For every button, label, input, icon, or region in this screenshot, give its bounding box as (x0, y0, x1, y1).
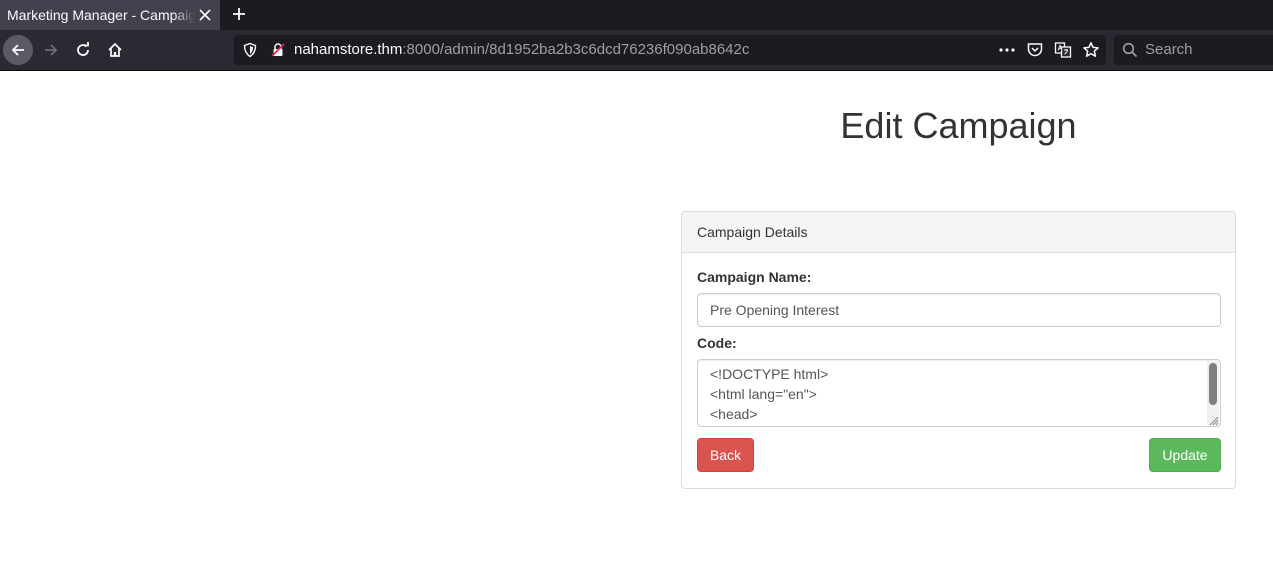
search-bar[interactable]: Search (1114, 35, 1273, 65)
close-icon[interactable] (196, 6, 214, 24)
url-actions (998, 40, 1100, 60)
tab-strip: Marketing Manager - Campaign (0, 0, 1273, 30)
campaign-name-input[interactable] (697, 293, 1221, 327)
search-placeholder: Search (1145, 41, 1193, 58)
url-path: :8000/admin/8d1952ba2b3c6dcd76236f090ab8… (402, 41, 750, 58)
url-host: nahamstore.thm (294, 41, 403, 58)
panel-heading-title: Campaign Details (697, 224, 808, 240)
address-bar[interactable]: nahamstore.thm:8000/admin/8d1952ba2b3c6d… (234, 35, 1106, 65)
search-icon (1122, 42, 1138, 58)
back-arrow-icon[interactable] (3, 35, 33, 65)
plus-icon[interactable] (228, 3, 250, 25)
url-text[interactable]: nahamstore.thm:8000/admin/8d1952ba2b3c6d… (294, 41, 749, 59)
update-button[interactable]: Update (1149, 438, 1221, 472)
campaign-details-panel: Campaign Details Campaign Name: Code: <!… (681, 211, 1236, 489)
page-title: Edit Campaign (840, 105, 1077, 146)
insecure-lock-icon[interactable] (270, 42, 286, 58)
code-line: <head> (710, 406, 758, 422)
resize-grip-icon[interactable] (1207, 413, 1219, 426)
browser-tab[interactable]: Marketing Manager - Campaign (0, 0, 220, 30)
shield-icon[interactable] (242, 42, 258, 58)
campaign-name-label: Campaign Name: (697, 269, 812, 285)
pocket-icon[interactable] (1026, 41, 1044, 59)
panel-heading: Campaign Details (682, 212, 1235, 253)
code-line: <html lang="en"> (710, 386, 817, 402)
code-textarea[interactable]: <!DOCTYPE html> <html lang="en"> <head> (697, 359, 1221, 427)
code-label: Code: (697, 335, 737, 351)
tab-title: Marketing Manager - Campaign (7, 6, 195, 24)
code-line: <!DOCTYPE html> (710, 366, 829, 382)
reload-icon[interactable] (68, 35, 98, 65)
back-button[interactable]: Back (697, 438, 754, 472)
translate-icon[interactable] (1054, 41, 1072, 59)
bookmark-star-icon[interactable] (1082, 41, 1100, 59)
home-icon[interactable] (100, 35, 130, 65)
more-icon[interactable] (998, 41, 1016, 59)
nav-toolbar: nahamstore.thm:8000/admin/8d1952ba2b3c6d… (0, 30, 1273, 71)
forward-arrow-icon[interactable] (36, 35, 66, 65)
code-scrollbar-thumb[interactable] (1209, 363, 1217, 405)
